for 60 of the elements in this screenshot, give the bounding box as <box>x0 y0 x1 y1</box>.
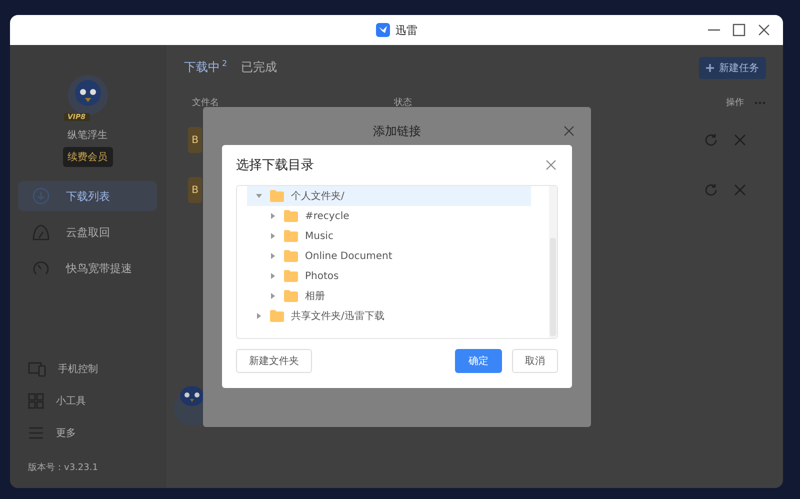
download-icon <box>32 187 50 205</box>
bird-logo-icon <box>376 23 390 37</box>
folder-icon <box>270 190 284 202</box>
caret-right-icon[interactable] <box>255 312 263 320</box>
tree-item[interactable]: Photos <box>247 266 531 286</box>
version-label: 版本号：v3.23.1 <box>28 462 99 474</box>
gauge-icon <box>32 259 50 277</box>
tree-item[interactable]: Music <box>247 226 531 246</box>
dialog-title: 添加链接 <box>372 123 422 140</box>
caret-right-icon[interactable] <box>269 292 277 300</box>
folder-icon <box>284 270 298 282</box>
caret-right-icon[interactable] <box>269 272 277 280</box>
column-header: 文件名 <box>192 96 219 109</box>
delete-icon[interactable] <box>734 184 746 196</box>
tree-item[interactable]: 个人文件夹/ <box>247 186 531 206</box>
close-icon[interactable] <box>757 23 771 37</box>
cancel-button[interactable]: 取消 <box>512 349 558 373</box>
dialog-title: 选择下载目录 <box>236 157 314 174</box>
column-header: 状态 <box>394 96 412 109</box>
folder-icon <box>284 290 298 302</box>
tree-item[interactable]: 相册 <box>247 286 531 306</box>
new-task-button[interactable]: 新建任务 <box>699 56 766 78</box>
sidebar-item[interactable]: 下载列表 <box>18 181 157 211</box>
caret-right-icon[interactable] <box>269 232 277 240</box>
sidebar-item[interactable]: 快鸟宽带提速 <box>18 253 157 283</box>
tree-item[interactable]: 共享文件夹/迅雷下载 <box>247 306 531 326</box>
new-folder-button[interactable]: 新建文件夹 <box>236 349 312 373</box>
file-type-icon: B <box>188 127 202 153</box>
file-type-icon: B <box>188 177 202 203</box>
retry-icon[interactable] <box>704 133 718 147</box>
tab[interactable]: 下载中 $^{2}$ <box>184 59 228 76</box>
tab[interactable]: 已完成 <box>241 59 278 76</box>
sidebar-item[interactable]: 小工具 <box>28 385 165 417</box>
folder-icon <box>270 310 284 322</box>
folder-icon <box>284 250 298 262</box>
folder-icon <box>284 230 298 242</box>
caret-right-icon[interactable] <box>269 212 277 220</box>
menu-icon <box>28 426 44 440</box>
tree-item[interactable]: Online Document <box>247 246 531 266</box>
sidebar-item[interactable]: 云盘取回 <box>18 217 157 247</box>
devices-icon <box>28 361 46 377</box>
maximize-icon[interactable] <box>732 23 746 37</box>
caret-down-icon[interactable] <box>255 192 263 200</box>
renew-membership-button[interactable]: 续费会员 <box>62 147 112 167</box>
close-icon[interactable] <box>546 160 556 170</box>
caret-right-icon[interactable] <box>269 252 277 260</box>
delete-icon[interactable] <box>734 134 746 146</box>
tree-item[interactable]: #recycle <box>247 206 531 226</box>
grid-icon <box>28 393 44 409</box>
retry-icon[interactable] <box>704 183 718 197</box>
close-icon[interactable] <box>564 126 574 136</box>
window-title: 迅雷 <box>396 22 418 38</box>
column-header: 操作 <box>726 96 744 109</box>
folder-icon <box>284 210 298 222</box>
sidebar-item[interactable]: 手机控制 <box>28 353 165 385</box>
user-name: 纵笔浮生 <box>68 128 108 142</box>
confirm-button[interactable]: 确定 <box>455 349 502 373</box>
scrollbar[interactable] <box>549 186 557 338</box>
plus-icon <box>706 64 714 72</box>
sidebar-item[interactable]: 更多 <box>28 417 165 449</box>
